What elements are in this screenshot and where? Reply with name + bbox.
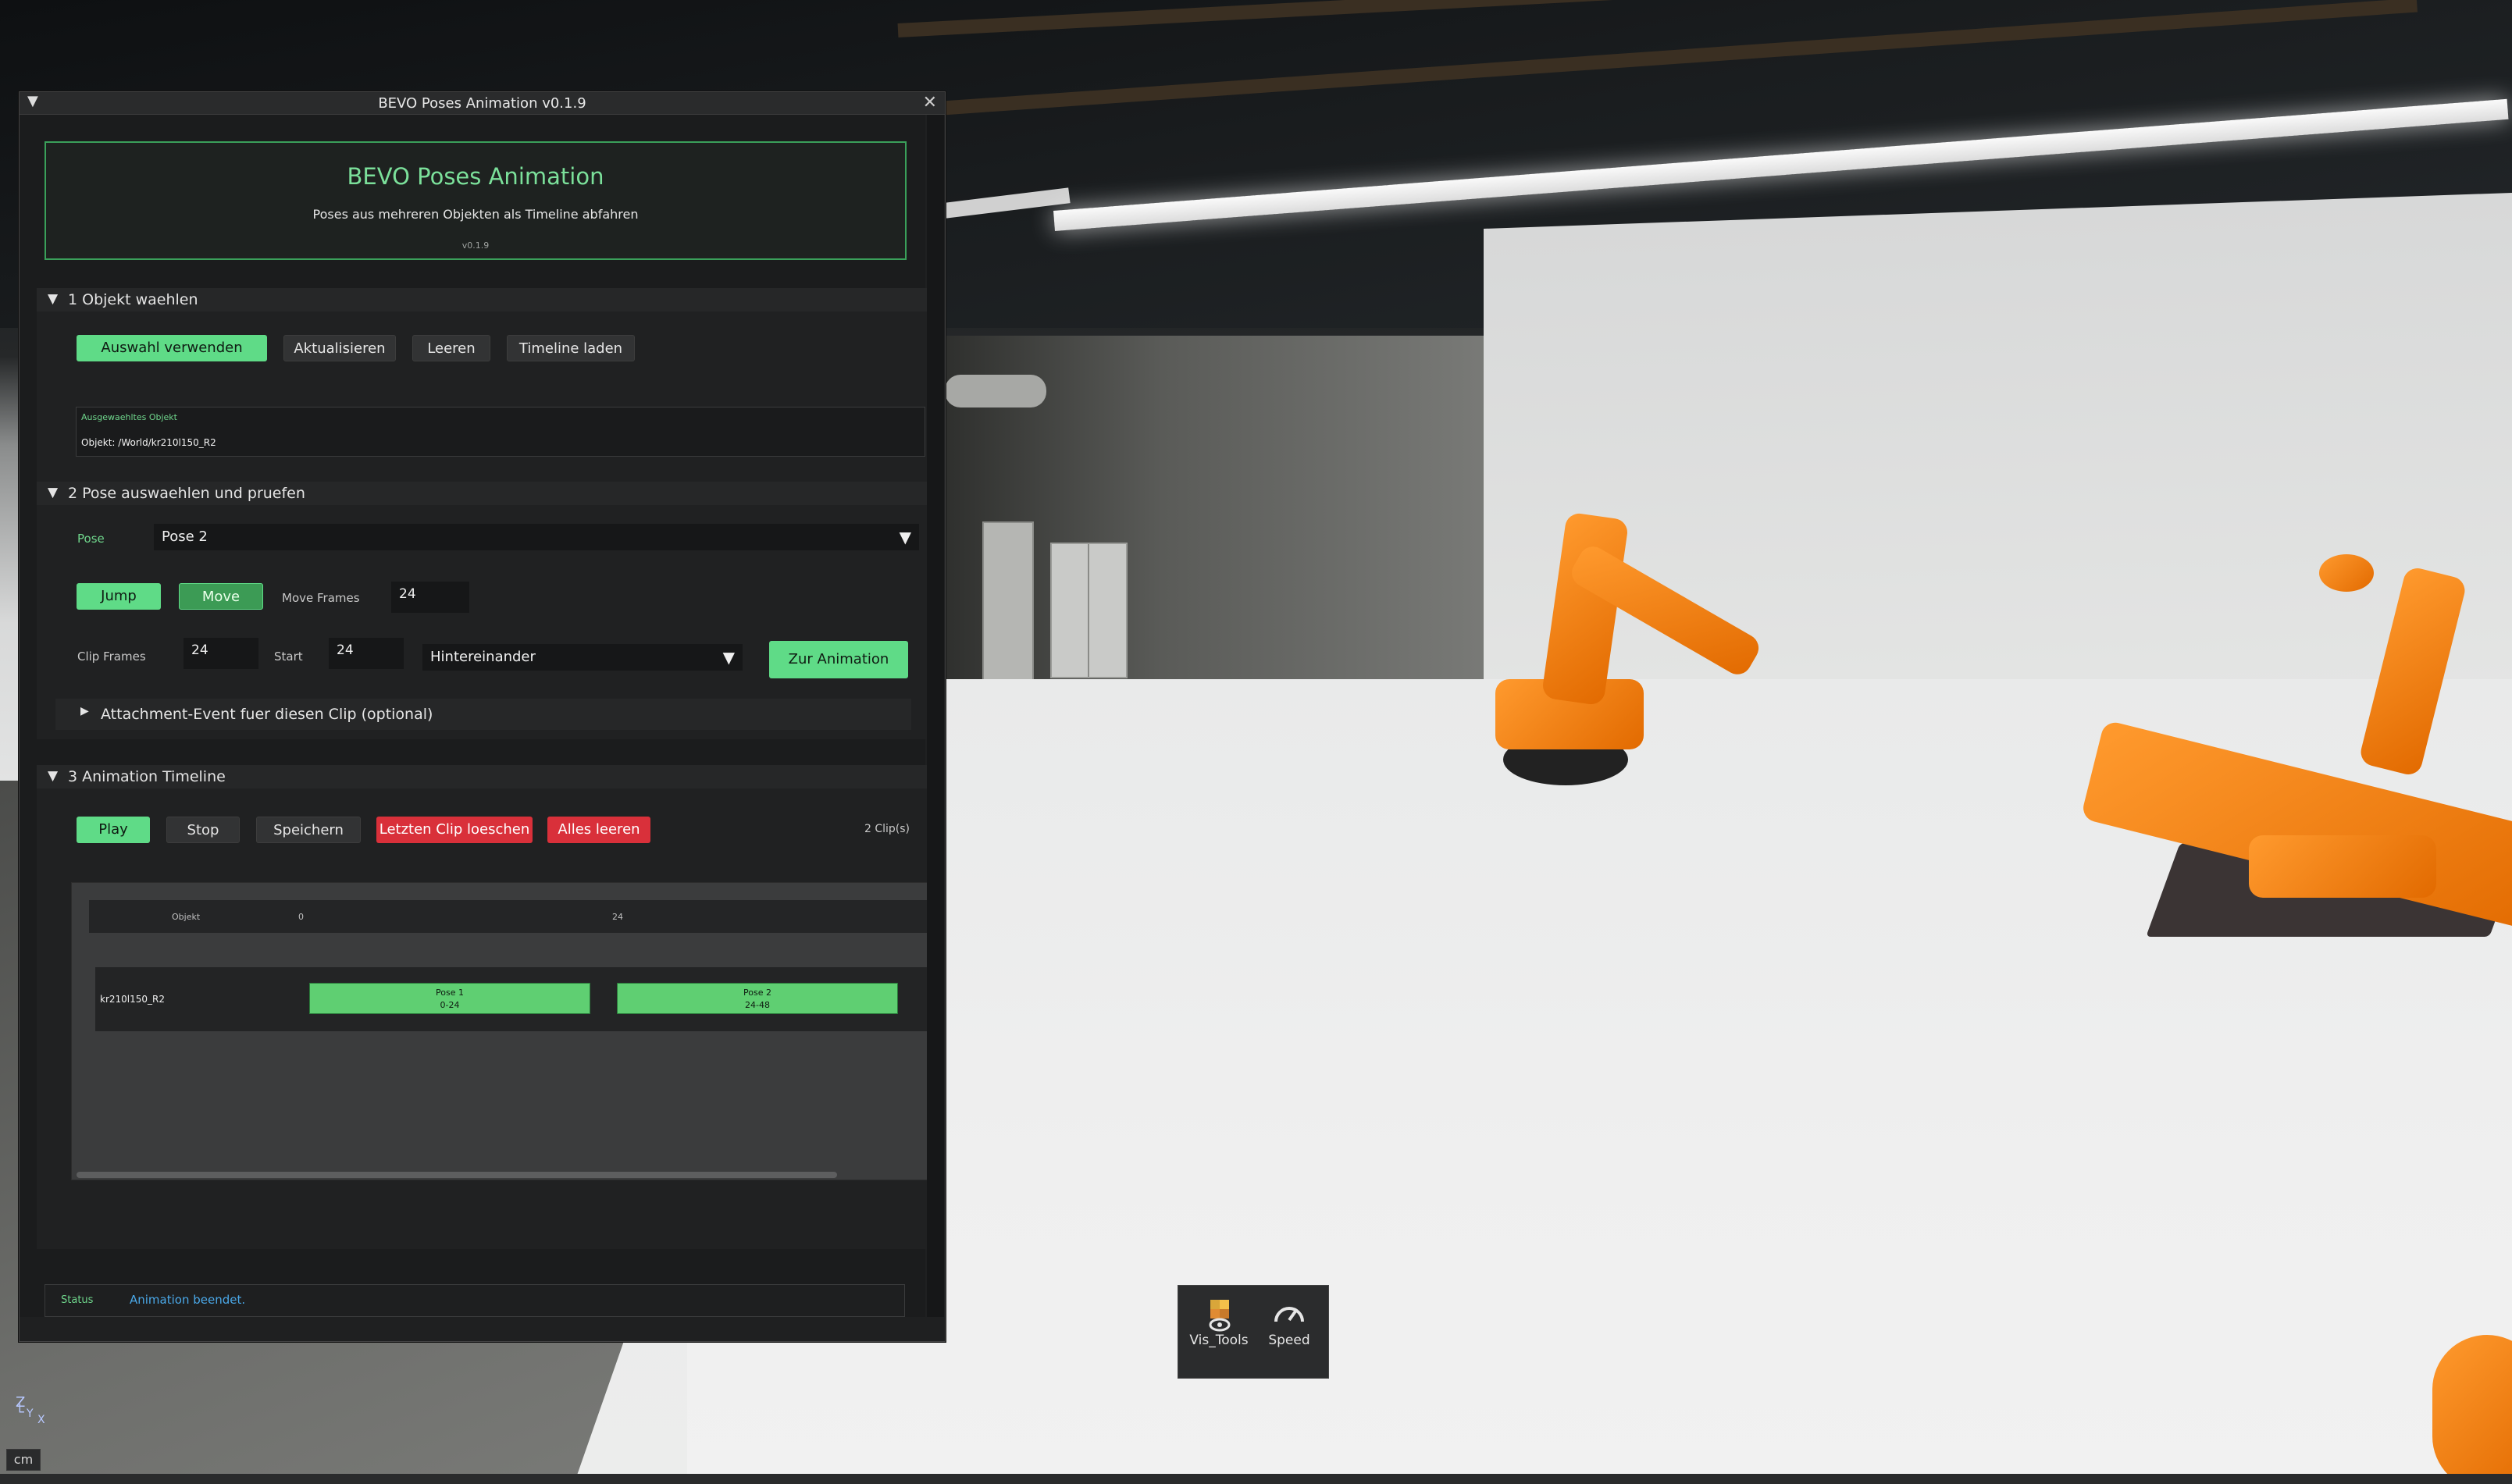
robot-head [2319,554,2374,592]
timeline-col-object: Objekt [172,912,201,922]
bevo-poses-window[interactable]: ▼ BEVO Poses Animation v0.1.9 ✕ BEVO Pos… [19,91,946,1342]
mode-dropdown[interactable]: Hintereinander ▼ [422,644,743,671]
expand-triangle-icon[interactable]: ▶ [80,705,89,717]
speedometer-icon [1255,1297,1324,1333]
attachment-event-label: Attachment-Event fuer diesen Clip (optio… [101,706,433,723]
section-pose-auswaehlen[interactable]: ▼ 2 Pose auswaehlen und pruefen [37,482,928,505]
collapse-triangle-icon[interactable]: ▼ [48,485,58,500]
start-label: Start [274,649,303,664]
axis-y-label: Y [27,1407,34,1420]
collapse-triangle-icon[interactable]: ▼ [48,291,58,307]
section3-body: Play Stop Speichern Letzten Clip loesche… [37,788,932,1249]
cabinet [1050,543,1128,678]
section-title: 1 Objekt waehlen [68,291,198,308]
status-value: Animation beendet. [130,1293,246,1307]
selected-object-value: Objekt: /World/kr210l150_R2 [81,437,216,448]
studio-backdrop [1484,193,2512,728]
clip-frames-field[interactable]: 24 [184,638,258,669]
header-banner: BEVO Poses Animation Poses aus mehreren … [45,141,907,260]
window-scrollbar[interactable] [927,115,944,1317]
section-title: 2 Pose auswaehlen und pruefen [68,485,305,502]
axis-gizmo-icon: └ [16,1404,24,1421]
clip-name: Pose 2 [743,988,771,998]
attachment-event-collapsible[interactable]: ▶ Attachment-Event fuer diesen Clip (opt… [55,699,911,730]
timeline-row: kr210l150_R2 Pose 1 0-24 Pose 2 24-48 [95,967,932,1031]
clip-range: 24-48 [745,1000,770,1010]
collapse-triangle-icon[interactable]: ▼ [48,768,58,784]
move-frames-label: Move Frames [282,591,360,605]
header-subtitle: Poses aus mehreren Objekten als Timeline… [312,207,639,222]
timeline-row-name: kr210l150_R2 [100,994,165,1005]
dropdown-triangle-icon: ▼ [722,648,735,667]
vis-tools-button[interactable]: Vis_Tools [1185,1297,1253,1348]
speed-label: Speed [1268,1333,1310,1348]
clip-name: Pose 1 [436,988,464,998]
status-bar: Status Animation beendet. [45,1284,905,1317]
robot-partial [2432,1335,2512,1484]
clip-frames-label: Clip Frames [77,649,146,664]
selected-object-box: Ausgewaehltes Objekt Objekt: /World/kr21… [76,407,925,457]
air-duct [945,375,1046,407]
clip-count: 2 Clip(s) [864,823,910,835]
timeline-scrollbar[interactable] [77,1172,837,1178]
pose-value: Pose 2 [162,528,208,545]
vis-tools-icon [1185,1297,1253,1333]
pose-dropdown[interactable]: Pose 2 ▼ [154,524,919,550]
header-version: v0.1.9 [461,240,490,251]
section-title: 3 Animation Timeline [68,768,226,785]
header-title: BEVO Poses Animation [347,163,604,190]
load-timeline-button[interactable]: Timeline laden [507,335,635,361]
stop-button[interactable]: Stop [166,817,240,843]
bottom-bar [0,1474,2512,1484]
clip-range: 0-24 [440,1000,460,1010]
section2-body: Pose Pose 2 ▼ Jump Move Move Frames 24 C… [37,505,928,739]
unit-indicator[interactable]: cm [6,1449,41,1471]
timeline-clip[interactable]: Pose 1 0-24 [309,983,590,1014]
timeline-clip[interactable]: Pose 2 24-48 [617,983,898,1014]
play-button[interactable]: Play [77,817,150,843]
refresh-button[interactable]: Aktualisieren [283,335,396,361]
timeline-tick: 24 [612,912,623,922]
save-button[interactable]: Speichern [256,817,361,843]
selected-object-label: Ausgewaehltes Objekt [81,412,177,422]
section-animation-timeline[interactable]: ▼ 3 Animation Timeline [37,765,928,788]
to-animation-button[interactable]: Zur Animation [769,641,908,678]
close-icon[interactable]: ✕ [923,93,937,112]
clear-all-button[interactable]: Alles leeren [547,817,650,843]
jump-button[interactable]: Jump [77,583,161,610]
status-label: Status [61,1294,94,1306]
dropdown-triangle-icon: ▼ [899,528,911,546]
viewport-toolbar: Vis_Tools Speed [1178,1285,1329,1379]
vis-tools-label: Vis_Tools [1189,1333,1249,1348]
mode-value: Hintereinander [430,649,536,665]
timeline-header: Objekt 0 24 [89,900,932,933]
axis-gizmo: Z └ Y X [16,1394,45,1426]
window-titlebar[interactable]: ▼ BEVO Poses Animation v0.1.9 ✕ [20,92,945,115]
door [982,521,1034,681]
axis-x-label: X [37,1414,45,1426]
timeline-tick: 0 [298,912,304,922]
delete-last-clip-button[interactable]: Letzten Clip loeschen [376,817,533,843]
speed-button[interactable]: Speed [1255,1297,1324,1348]
section-objekt-waehlen[interactable]: ▼ 1 Objekt waehlen [37,288,928,311]
use-selection-button[interactable]: Auswahl verwenden [77,335,267,361]
robot-body [2249,835,2436,898]
start-field[interactable]: 24 [329,638,404,669]
timeline-view[interactable]: Objekt 0 24 kr210l150_R2 Pose 1 0-24 Pos… [71,882,932,1180]
move-frames-field[interactable]: 24 [391,582,469,613]
move-button[interactable]: Move [179,583,263,610]
clear-button[interactable]: Leeren [412,335,490,361]
pose-label: Pose [77,532,105,546]
window-content: BEVO Poses Animation Poses aus mehreren … [20,115,932,1317]
window-title: BEVO Poses Animation v0.1.9 [378,95,586,112]
